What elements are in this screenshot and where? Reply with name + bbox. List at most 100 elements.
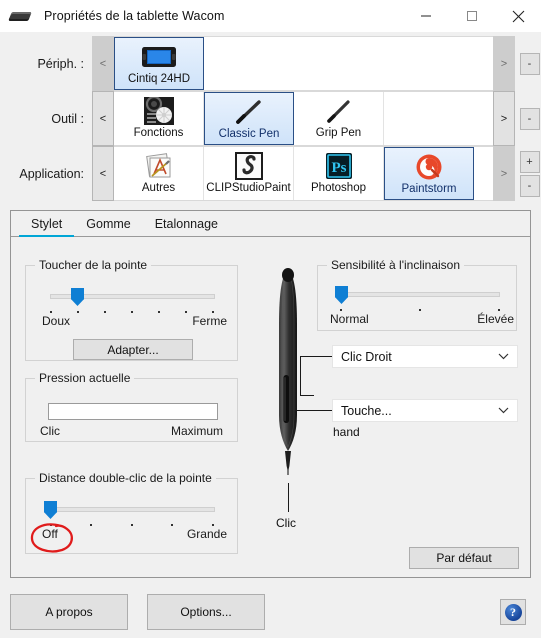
application-item-label: Photoshop <box>311 182 366 194</box>
tilt-sensitivity-slider-thumb[interactable] <box>335 286 348 304</box>
upper-pen-button-value: Clic Droit <box>341 349 392 364</box>
tool-tray: Fonctions Classic Pen Grip Pen <box>114 91 493 146</box>
chevron-down-icon <box>498 405 509 417</box>
tool-remove-button[interactable]: - <box>519 107 540 130</box>
application-prev-button[interactable]: < <box>92 146 114 201</box>
tool-item-label: Grip Pen <box>315 127 362 139</box>
application-remove-button[interactable]: - <box>519 174 540 197</box>
tool-item-label: Fonctions <box>133 127 184 139</box>
options-button[interactable]: Options... <box>147 594 265 630</box>
device-tray: Cintiq 24HD <box>114 36 493 91</box>
double-click-distance-slider-track[interactable] <box>50 507 215 512</box>
pen-tip-label: Clic <box>276 516 296 530</box>
tab-etalonnage[interactable]: Etalonnage <box>143 215 230 236</box>
tip-feel-max-label: Ferme <box>192 314 227 328</box>
tool-side-buttons: - <box>515 91 541 146</box>
device-row-label: Périph. : <box>37 56 84 71</box>
cintiq-tablet-icon <box>141 42 177 72</box>
device-next-button[interactable]: > <box>493 36 515 91</box>
tool-next-button[interactable]: > <box>493 91 515 146</box>
device-remove-button[interactable]: - <box>519 52 540 75</box>
maximize-button[interactable] <box>449 0 495 32</box>
tip-feel-group: Toucher de la pointe Doux Ferme Adapter.… <box>25 258 238 361</box>
double-click-distance-slider-thumb[interactable] <box>44 501 57 519</box>
upper-pen-button-dropdown[interactable]: Clic Droit <box>332 345 518 368</box>
tool-item-grip-pen[interactable]: Grip Pen <box>294 92 384 145</box>
settings-panel: Stylet Gomme Etalonnage Toucher de la po… <box>10 210 531 578</box>
application-item-autres[interactable]: Autres <box>114 147 204 200</box>
double-click-distance-min-label: Off <box>42 527 58 541</box>
about-button[interactable]: A propos <box>10 594 128 630</box>
pen-illustration <box>260 265 316 483</box>
double-click-distance-slider[interactable]: Off Grande <box>42 501 227 547</box>
current-pressure-group: Pression actuelle Clic Maximum <box>25 371 238 442</box>
tip-feel-slider-thumb[interactable] <box>71 288 84 306</box>
tilt-sensitivity-min-label: Normal <box>330 312 369 326</box>
current-pressure-max-label: Maximum <box>170 424 223 438</box>
tip-feel-min-label: Doux <box>42 314 71 328</box>
current-pressure-min-label: Clic <box>40 424 60 438</box>
application-next-button[interactable]: > <box>493 146 515 201</box>
tip-feel-caption: Toucher de la pointe <box>35 258 152 272</box>
application-item-label: Autres <box>141 182 176 194</box>
application-item-label: Paintstorm <box>401 183 457 195</box>
tool-item-fonctions[interactable]: Fonctions <box>114 92 204 145</box>
help-button[interactable]: ? <box>500 599 526 625</box>
defaults-button[interactable]: Par défaut <box>409 547 519 569</box>
wacom-tablet-icon <box>8 9 32 23</box>
tool-row: Outil : < Fonctions Classic Pen Grip Pen… <box>0 91 541 146</box>
application-item-paintstorm[interactable]: Paintstorm <box>384 147 474 200</box>
chevron-down-icon <box>498 351 509 363</box>
tilt-sensitivity-slider[interactable]: Normal Élevée <box>330 286 514 332</box>
stylet-tab-body: Toucher de la pointe Doux Ferme Adapter.… <box>11 237 530 578</box>
tab-stylet[interactable]: Stylet <box>19 215 75 237</box>
tilt-sensitivity-group: Sensibilité à l'inclinaison Normal Élevé… <box>317 258 517 332</box>
lower-pen-button-note: hand <box>333 425 360 439</box>
application-side-buttons: + - <box>515 146 541 201</box>
tool-row-label: Outil : <box>51 111 84 126</box>
device-item-cintiq-24hd[interactable]: Cintiq 24HD <box>114 37 204 90</box>
all-others-icon <box>144 151 174 181</box>
window-title: Propriétés de la tablette Wacom <box>44 9 225 23</box>
tilt-sensitivity-end-labels: Normal Élevée <box>330 312 514 326</box>
classic-pen-icon <box>232 97 266 127</box>
footer-bar: A propos Options... ? <box>0 586 541 638</box>
double-click-distance-max-label: Grande <box>186 527 227 541</box>
title-bar: Propriétés de la tablette Wacom <box>0 0 541 32</box>
tool-prev-button[interactable]: < <box>92 91 114 146</box>
double-click-distance-end-labels: Off Grande <box>42 527 227 541</box>
double-click-distance-group: Distance double-clic de la pointe Off Gr… <box>25 471 238 554</box>
svg-text:Ps: Ps <box>331 160 346 176</box>
close-button[interactable] <box>495 0 541 32</box>
application-item-photoshop[interactable]: Ps Photoshop <box>294 147 384 200</box>
tab-gomme[interactable]: Gomme <box>74 215 142 236</box>
application-item-clipstudiopaint[interactable]: CLIPStudioPaint <box>204 147 294 200</box>
minimize-button[interactable] <box>403 0 449 32</box>
device-side-buttons: - <box>515 36 541 91</box>
double-click-distance-caption: Distance double-clic de la pointe <box>35 471 216 485</box>
application-add-button[interactable]: + <box>519 150 540 173</box>
device-prev-button[interactable]: < <box>92 36 114 91</box>
current-pressure-caption: Pression actuelle <box>35 371 135 385</box>
current-pressure-end-labels: Clic Maximum <box>40 424 223 438</box>
device-item-label: Cintiq 24HD <box>128 73 190 85</box>
tip-leader-line <box>288 483 289 512</box>
tool-item-classic-pen[interactable]: Classic Pen <box>204 92 294 145</box>
clip-studio-paint-icon <box>234 151 263 181</box>
application-row-label: Application: <box>19 166 84 181</box>
lower-pen-button-dropdown[interactable]: Touche... <box>332 399 518 422</box>
upper-button-leader-drop <box>300 356 301 396</box>
paintstorm-icon <box>415 152 443 182</box>
tilt-sensitivity-slider-track[interactable] <box>340 292 500 297</box>
photoshop-icon: Ps <box>325 151 353 181</box>
lower-pen-button-value: Touche... <box>341 403 392 418</box>
current-pressure-bar <box>48 403 218 420</box>
device-row: Périph. : < Cintiq 24HD > - <box>0 36 541 91</box>
tip-feel-slider[interactable]: Doux Ferme <box>42 288 227 334</box>
window-controls <box>403 0 541 32</box>
customize-button[interactable]: Adapter... <box>73 339 193 360</box>
tab-strip: Stylet Gomme Etalonnage <box>11 211 530 237</box>
tip-feel-end-labels: Doux Ferme <box>42 314 227 328</box>
application-item-label: CLIPStudioPaint <box>206 182 291 194</box>
express-keys-icon <box>143 96 174 126</box>
